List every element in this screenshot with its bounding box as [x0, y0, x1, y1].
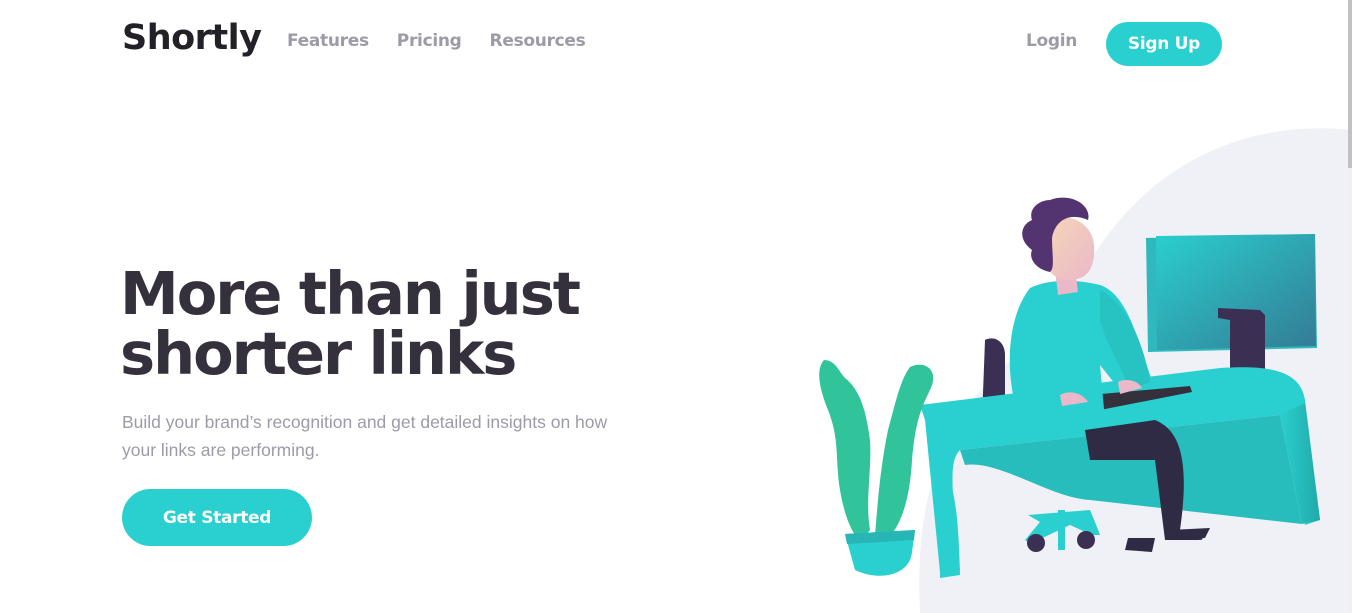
hero-title-line-2: shorter links — [120, 319, 517, 388]
person-shoe-left — [1125, 538, 1155, 552]
hero-subtitle: Build your brand’s recognition and get d… — [122, 412, 608, 460]
hero-title: More than just shorter links — [120, 264, 640, 384]
logo[interactable]: Shortly — [122, 18, 262, 58]
person-working-illustration — [819, 128, 1352, 613]
nav-link-pricing[interactable]: Pricing — [397, 31, 462, 51]
chair-wheel-left — [1027, 534, 1045, 552]
scrollbar-track[interactable] — [1348, 0, 1352, 613]
scrollbar-thumb[interactable] — [1348, 0, 1352, 168]
chair-wheel-right — [1077, 531, 1095, 549]
login-link[interactable]: Login — [1026, 31, 1077, 51]
nav-link-resources[interactable]: Resources — [490, 31, 586, 51]
nav-link-features[interactable]: Features — [287, 31, 369, 51]
signup-button[interactable]: Sign Up — [1106, 22, 1222, 66]
page: Shortly Features Pricing Resources Login… — [0, 0, 1352, 613]
plant-leaf-left — [819, 360, 871, 540]
hero-title-line-1: More than just — [120, 259, 581, 328]
get-started-button[interactable]: Get Started — [122, 489, 312, 546]
plant-leaf-right — [875, 364, 934, 540]
main-nav: Features Pricing Resources — [287, 31, 586, 51]
